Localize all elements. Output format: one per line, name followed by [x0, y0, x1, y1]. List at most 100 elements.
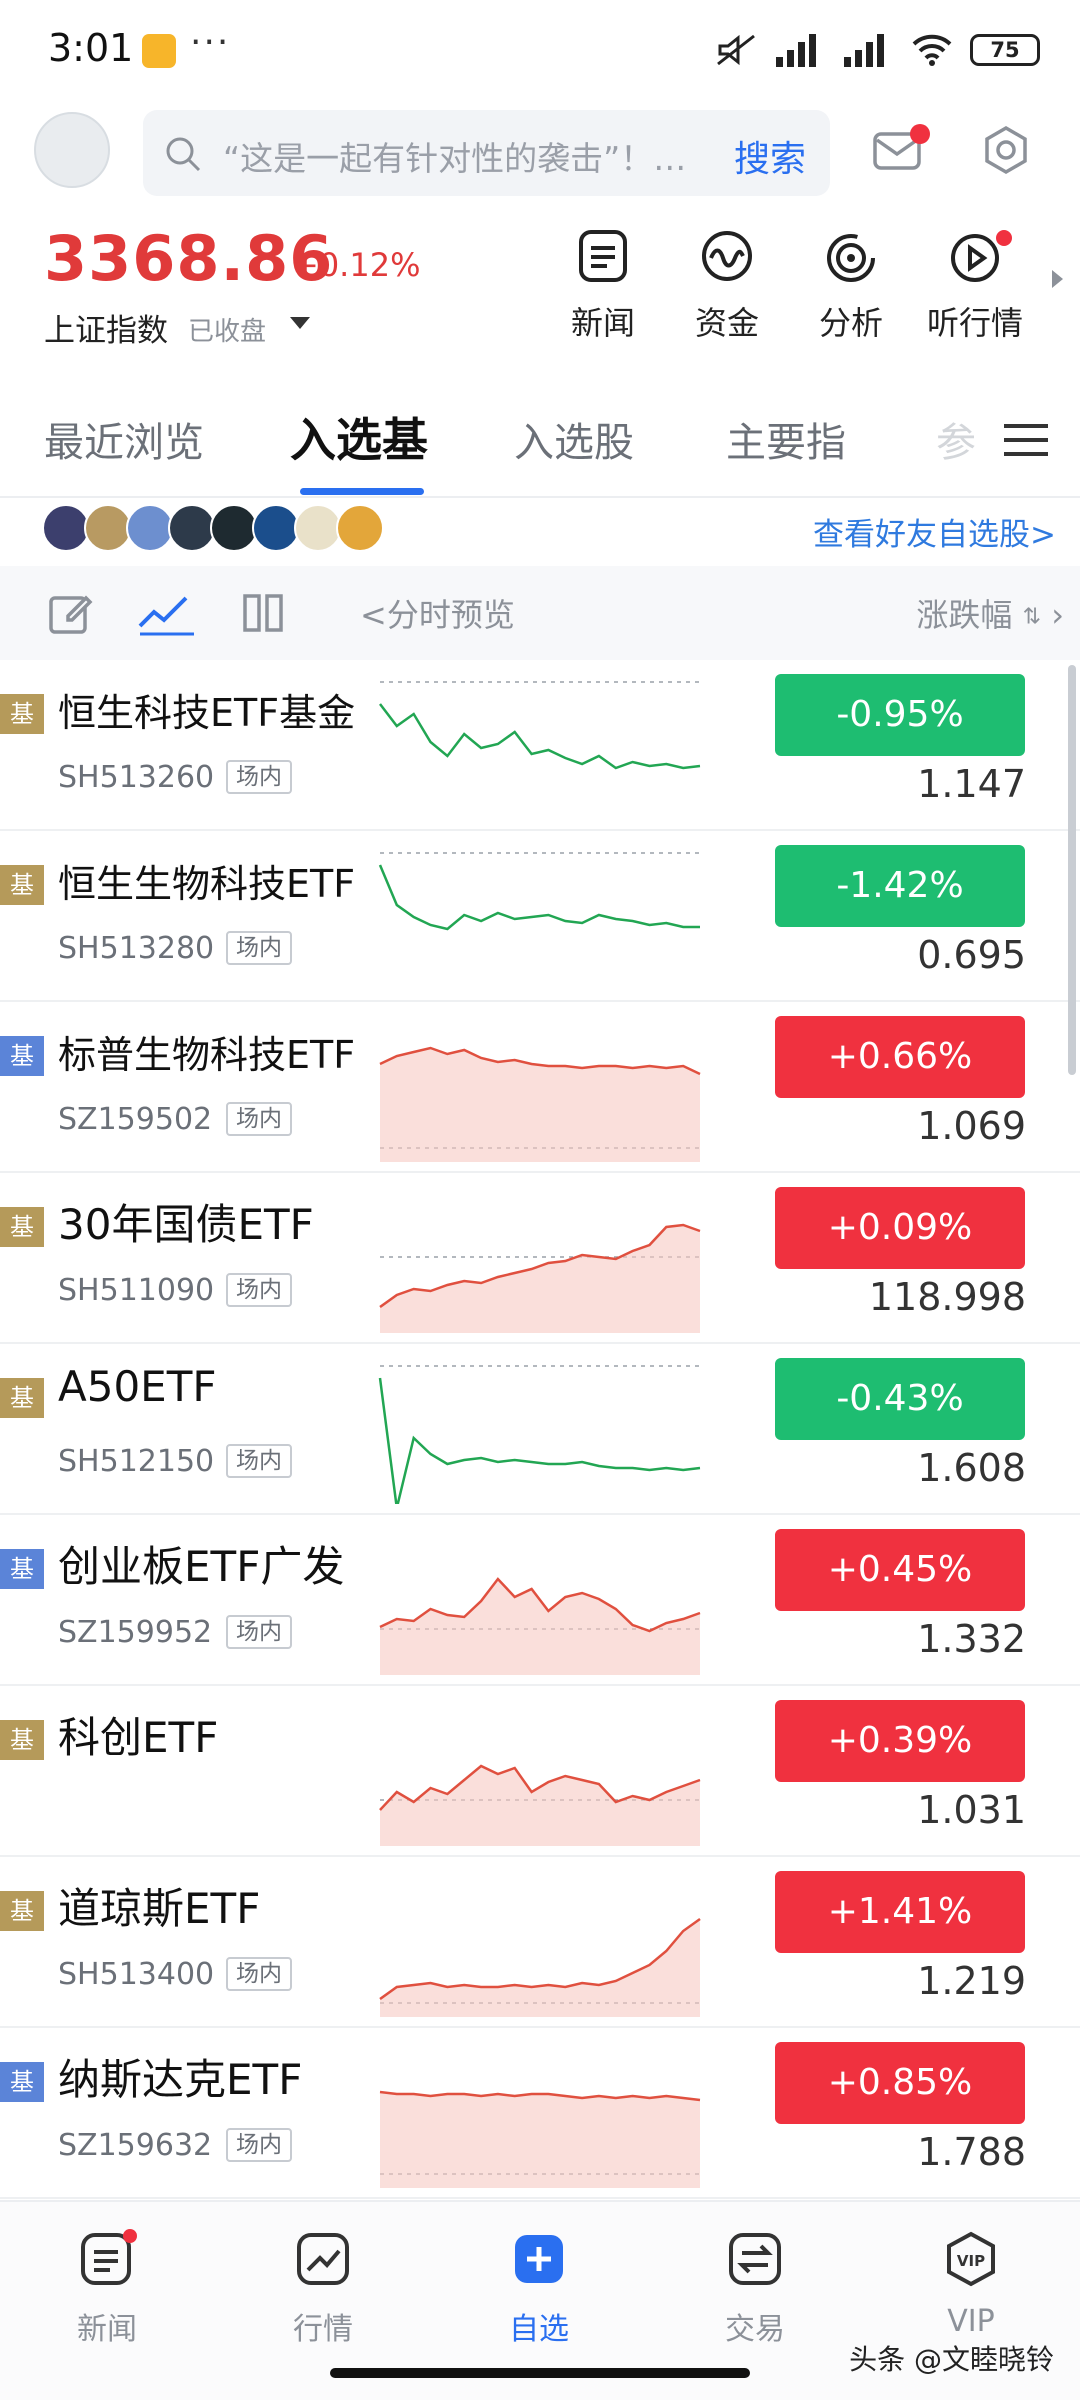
quick-nav-label: 听行情	[926, 304, 1023, 342]
watermark: 头条 @文睦晓铃	[849, 2343, 1054, 2376]
chart-view-icon[interactable]	[138, 590, 196, 636]
fund-code: SH513400	[58, 1957, 215, 1992]
change-percent-badge[interactable]: -0.43%	[775, 1358, 1025, 1440]
fund-price: 118.998	[868, 1275, 1026, 1319]
fund-row[interactable]: 基标普生物科技ETF SZ159502 场内 +0.66% 1.069	[0, 1002, 1080, 1173]
fund-type-badge: 基	[0, 2062, 44, 2102]
tab-more[interactable]: 参	[936, 410, 976, 468]
settings-button[interactable]	[980, 124, 1032, 180]
timeshare-preview-label[interactable]: <分时预览	[360, 590, 515, 636]
view-friends-watchlist-link[interactable]: 查看好友自选股>	[813, 509, 1056, 554]
market-tag: 场内	[226, 1957, 292, 1991]
fund-row[interactable]: 基恒生生物科技ETF SH513280 场内 -1.42% 0.695	[0, 831, 1080, 1002]
fund-row[interactable]: 基道琼斯ETF SH513400 场内 +1.41% 1.219	[0, 1857, 1080, 2028]
intraday-sparkline[interactable]	[378, 845, 702, 991]
market-tag: 场内	[226, 1444, 292, 1478]
chevron-down-icon[interactable]	[290, 317, 310, 329]
tab-major-indices[interactable]: 主要指	[726, 410, 846, 468]
status-time: 3:01	[48, 26, 134, 70]
tab-recent[interactable]: 最近浏览	[44, 410, 204, 468]
search-icon	[166, 137, 201, 172]
status-bar: 3:01 ··· 75	[0, 0, 1080, 100]
message-button[interactable]	[872, 124, 930, 176]
search-input[interactable]: “这是一起有针对性的袭击”！… 搜索	[143, 110, 830, 196]
tab-selected-stocks[interactable]: 入选股	[514, 410, 634, 468]
change-percent-badge[interactable]: +0.45%	[775, 1529, 1025, 1611]
sparkline-area	[380, 2092, 700, 2188]
intraday-sparkline[interactable]	[378, 1187, 702, 1333]
fund-name: 30年国债ETF	[58, 1200, 314, 1249]
market-chart-icon	[297, 2233, 349, 2285]
news-icon	[579, 230, 627, 282]
quick-nav-listen[interactable]: 听行情	[920, 228, 1030, 344]
fund-type-badge: 基	[0, 694, 44, 734]
svg-text:VIP: VIP	[957, 2252, 985, 2270]
change-percent-badge[interactable]: +0.85%	[775, 2042, 1025, 2124]
nav-market[interactable]: 行情	[258, 2228, 388, 2348]
divider	[0, 496, 1080, 498]
fund-price: 1.219	[917, 1959, 1026, 2003]
mute-icon	[717, 34, 755, 66]
change-percent-badge[interactable]: +0.39%	[775, 1700, 1025, 1782]
fund-price: 0.695	[917, 933, 1026, 977]
home-indicator[interactable]	[330, 2368, 750, 2378]
fund-row[interactable]: 基科创ETF +0.39% 1.031	[0, 1686, 1080, 1857]
fund-code: SH511090	[58, 1273, 215, 1308]
search-button[interactable]: 搜索	[734, 130, 806, 182]
fund-row[interactable]: 基恒生科技ETF基金 SH513260 场内 -0.95% 1.147	[0, 660, 1080, 831]
nav-vip[interactable]: VIP VIP	[906, 2228, 1036, 2339]
friend-avatar	[210, 504, 258, 552]
sort-label: 涨跌幅	[916, 596, 1013, 634]
sort-change-button[interactable]: 涨跌幅 ⇅ ›	[916, 590, 1064, 636]
intraday-sparkline[interactable]	[378, 1700, 702, 1846]
fund-name: 道琼斯ETF	[58, 1884, 261, 1933]
gear-icon	[985, 125, 1027, 175]
intraday-sparkline[interactable]	[378, 1358, 702, 1504]
nav-trade[interactable]: 交易	[690, 2228, 820, 2348]
scrollbar[interactable]	[1068, 665, 1076, 1075]
friend-avatar	[126, 504, 174, 552]
fund-price: 1.332	[917, 1617, 1026, 1661]
fund-row[interactable]: 基 30年国债ETF SH511090 场内 +0.09% 118.998	[0, 1173, 1080, 1344]
friend-avatar	[336, 504, 384, 552]
fund-row[interactable]: 基纳斯达克ETF SZ159632 场内 +0.85% 1.788	[0, 2028, 1080, 2199]
quick-nav-label: 新闻	[570, 304, 635, 342]
change-percent-badge[interactable]: +0.09%	[775, 1187, 1025, 1269]
menu-button[interactable]	[1004, 420, 1048, 464]
status-icons: 75	[714, 28, 1040, 72]
change-percent-badge[interactable]: -0.95%	[775, 674, 1025, 756]
menu-icon	[1004, 424, 1048, 456]
sparkline-line	[378, 864, 700, 931]
change-percent-badge[interactable]: -1.42%	[775, 845, 1025, 927]
fund-row[interactable]: 基 A50ETF SH512150 场内 -0.43% 1.608	[0, 1344, 1080, 1515]
fund-row[interactable]: 基创业板ETF广发 SZ159952 场内 +0.45% 1.332	[0, 1515, 1080, 1686]
index-name[interactable]: 上证指数	[44, 305, 168, 350]
quick-nav-analysis[interactable]: 分析	[796, 228, 906, 344]
fund-name: 标普生物科技ETF	[58, 1033, 356, 1077]
nav-label: 行情	[293, 2312, 353, 2347]
change-percent-badge[interactable]: +1.41%	[775, 1871, 1025, 1953]
column-view-icon[interactable]	[242, 590, 284, 636]
nav-label: 自选	[509, 2312, 569, 2347]
quick-nav-more-icon[interactable]	[1052, 270, 1063, 288]
fund-code: SH512150	[58, 1444, 215, 1479]
intraday-sparkline[interactable]	[378, 674, 702, 820]
intraday-sparkline[interactable]	[378, 1529, 702, 1675]
quick-nav-funds[interactable]: 资金	[672, 228, 782, 344]
intraday-sparkline[interactable]	[378, 1871, 702, 2017]
friend-avatars[interactable]	[42, 504, 384, 554]
edit-icon[interactable]	[48, 590, 94, 636]
intraday-sparkline[interactable]	[378, 2042, 702, 2188]
index-value[interactable]: 3368.86	[44, 222, 333, 295]
quick-nav-news[interactable]: 新闻	[548, 228, 658, 344]
user-avatar[interactable]	[34, 112, 110, 188]
friend-avatar	[42, 504, 90, 552]
nav-watchlist[interactable]: 自选	[474, 2228, 604, 2348]
sparkline-area	[380, 1579, 700, 1675]
fund-name: 恒生科技ETF基金	[58, 691, 356, 735]
chevron-right-icon: ›	[1051, 596, 1064, 634]
tab-selected-funds[interactable]: 入选基	[290, 404, 428, 470]
change-percent-badge[interactable]: +0.66%	[775, 1016, 1025, 1098]
intraday-sparkline[interactable]	[378, 1016, 702, 1162]
nav-news[interactable]: 新闻	[42, 2228, 172, 2348]
